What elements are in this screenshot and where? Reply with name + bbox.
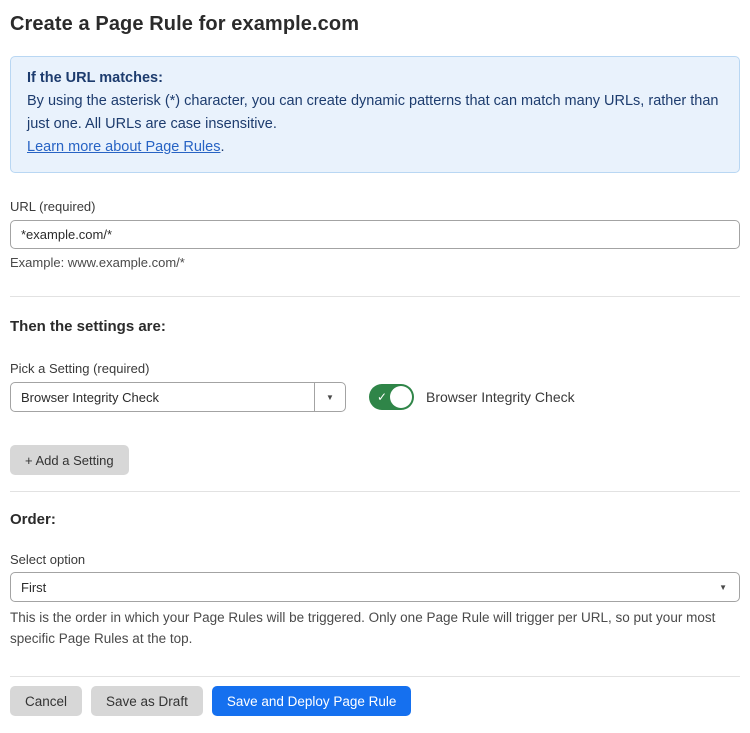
order-select[interactable]: First ▼ [10, 572, 740, 602]
save-draft-button[interactable]: Save as Draft [91, 686, 203, 716]
order-select-label: Select option [10, 552, 740, 567]
page-rule-form: Create a Page Rule for example.com If th… [0, 13, 750, 716]
footer-divider [10, 676, 740, 677]
toggle-label: Browser Integrity Check [426, 389, 575, 405]
check-icon: ✓ [377, 391, 387, 403]
order-select-value: First [21, 580, 719, 595]
url-example-helper: Example: www.example.com/* [10, 255, 740, 270]
toggle-knob [390, 386, 412, 408]
order-section-heading: Order: [10, 511, 740, 528]
setting-row: Browser Integrity Check ▼ ✓ Browser Inte… [10, 382, 740, 412]
setting-select[interactable]: Browser Integrity Check ▼ [10, 382, 346, 412]
section-divider [10, 296, 740, 297]
page-title: Create a Page Rule for example.com [10, 13, 740, 36]
add-setting-button[interactable]: + Add a Setting [10, 445, 129, 475]
info-box-link-row: Learn more about Page Rules. [27, 136, 723, 159]
section-divider [10, 491, 740, 492]
info-box-body: By using the asterisk (*) character, you… [27, 90, 723, 136]
learn-more-link[interactable]: Learn more about Page Rules [27, 139, 220, 155]
chevron-down-icon[interactable]: ▼ [314, 383, 345, 411]
order-helper-text: This is the order in which your Page Rul… [10, 607, 740, 649]
settings-section-heading: Then the settings are: [10, 318, 740, 335]
url-matches-info-box: If the URL matches: By using the asteris… [10, 56, 740, 173]
cancel-button[interactable]: Cancel [10, 686, 82, 716]
link-period: . [220, 139, 224, 155]
footer-actions: Cancel Save as Draft Save and Deploy Pag… [10, 686, 740, 716]
save-deploy-button[interactable]: Save and Deploy Page Rule [212, 686, 412, 716]
url-input[interactable] [10, 220, 740, 249]
chevron-down-icon: ▼ [719, 583, 727, 592]
pick-setting-label: Pick a Setting (required) [10, 361, 740, 376]
url-field-label: URL (required) [10, 199, 740, 214]
setting-select-value: Browser Integrity Check [11, 383, 314, 411]
info-box-heading: If the URL matches: [27, 67, 723, 90]
browser-integrity-toggle[interactable]: ✓ [369, 384, 414, 410]
